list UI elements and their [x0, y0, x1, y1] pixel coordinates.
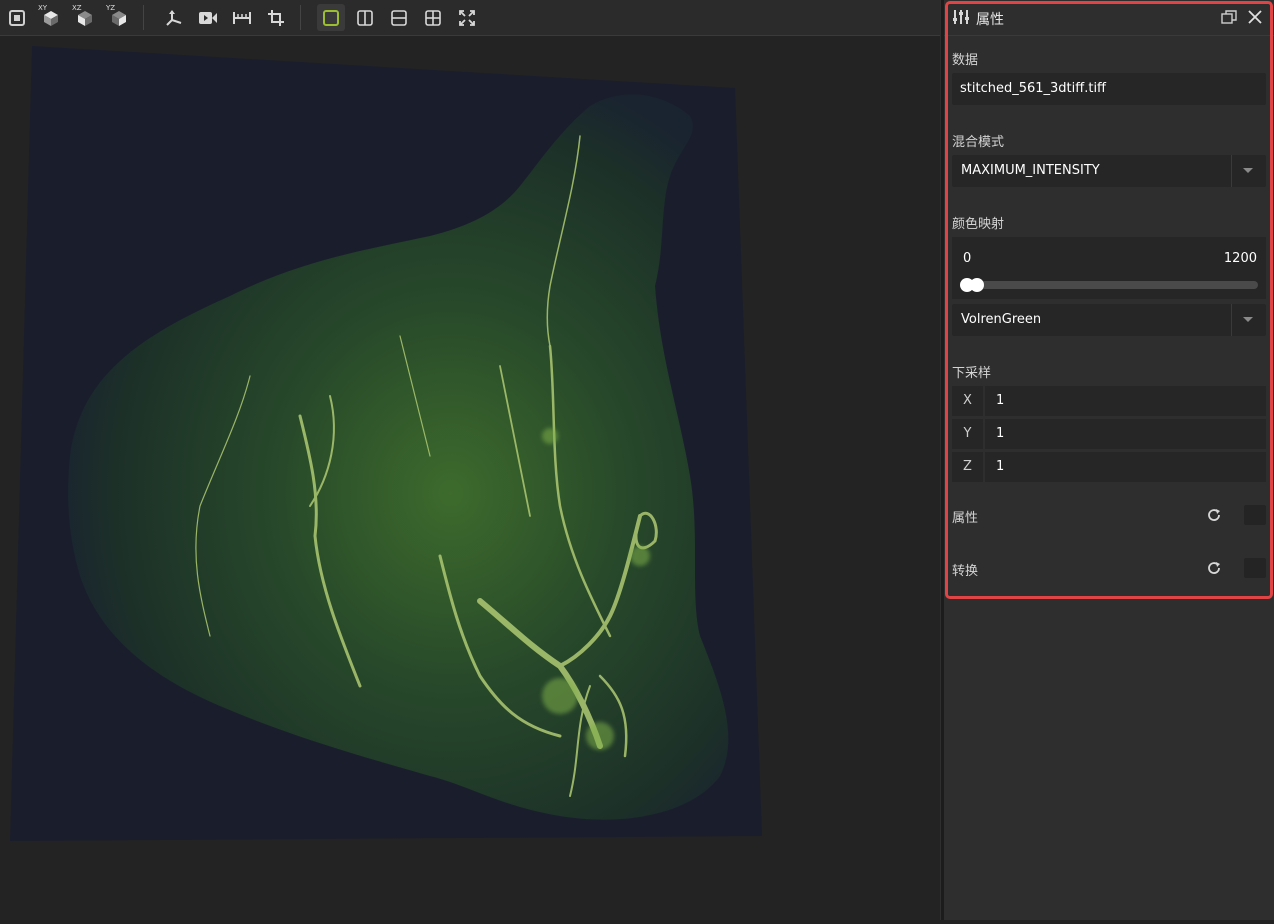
reset-transform-icon[interactable] [1206, 560, 1222, 576]
volume-render-image [10, 46, 762, 841]
header-divider [944, 35, 1274, 36]
viewport-toggle-icon [9, 9, 25, 26]
colormap-label: 颜色映射 [952, 217, 1005, 232]
transform-row-label: 转换 [952, 564, 979, 579]
layout-two-vertical-button[interactable] [351, 4, 379, 31]
blend-mode-value: MAXIMUM_INTENSITY [961, 163, 1100, 178]
toolbar: XY XZ YZ [0, 0, 940, 36]
sliders-icon [953, 10, 969, 24]
colormap-dropdown-button[interactable] [1231, 304, 1266, 336]
colormap-max-value: 1200 [1223, 251, 1257, 266]
layout-single-icon [323, 9, 339, 26]
video-icon [199, 11, 217, 24]
downsample-z-label: Z [952, 452, 983, 482]
transform-toggle-checkbox[interactable] [1244, 558, 1266, 578]
data-source-value: stitched_561_3dtiff.tiff [960, 81, 1107, 96]
downsample-y-input[interactable]: 1 [985, 419, 1266, 449]
view-xy-button[interactable]: XY [37, 4, 65, 31]
colormap-value: VolrenGreen [961, 312, 1042, 327]
blend-mode-select[interactable]: MAXIMUM_INTENSITY [952, 155, 1266, 187]
downsample-x-label: X [952, 386, 983, 416]
ruler-icon [233, 11, 251, 24]
viewport-toggle-button[interactable] [3, 4, 31, 31]
panel-header: 属性 [944, 0, 1274, 35]
layout-two-horizontal-button[interactable] [385, 4, 413, 31]
colormap-range-control: 0 1200 [952, 237, 1266, 299]
layout-single-button[interactable] [317, 4, 345, 31]
properties-row-label: 属性 [952, 511, 979, 526]
properties-toggle-checkbox[interactable] [1244, 505, 1266, 525]
layout-two-horizontal-icon [391, 9, 407, 26]
properties-panel: 属性 数据 stitched_561_3dtiff.tiff 混合模式 MAXI… [944, 0, 1274, 920]
toolbar-separator [300, 5, 301, 30]
close-icon[interactable] [1248, 10, 1262, 24]
data-section-label: 数据 [952, 53, 979, 68]
axes-icon [166, 9, 182, 26]
ruler-button[interactable] [228, 4, 256, 31]
blend-mode-dropdown-button[interactable] [1231, 155, 1266, 187]
fit-screen-button[interactable] [453, 4, 481, 31]
view-xy-label: XY [38, 4, 48, 12]
crop-icon [268, 9, 284, 26]
downsample-y-label: Y [952, 419, 983, 449]
data-source-field[interactable]: stitched_561_3dtiff.tiff [952, 73, 1266, 105]
toolbar-separator [143, 5, 144, 30]
view-xz-button[interactable]: XZ [71, 4, 99, 31]
downsample-z-input[interactable]: 1 [985, 452, 1266, 482]
chevron-down-icon [1243, 168, 1253, 173]
view-yz-label: YZ [106, 4, 116, 12]
axes-button[interactable] [160, 4, 188, 31]
fit-screen-icon [459, 9, 475, 26]
render-viewport[interactable] [0, 36, 940, 920]
layout-two-vertical-icon [357, 9, 373, 26]
colormap-min-value: 0 [963, 251, 972, 266]
layout-quad-button[interactable] [419, 4, 447, 31]
layout-quad-icon [425, 9, 441, 26]
view-yz-button[interactable]: YZ [105, 4, 133, 31]
downsample-label: 下采样 [952, 366, 992, 381]
colormap-range-slider[interactable] [960, 278, 1258, 292]
video-button[interactable] [194, 4, 222, 31]
crop-button[interactable] [262, 4, 290, 31]
undock-icon[interactable] [1221, 10, 1237, 24]
panel-title: 属性 [976, 12, 1004, 28]
downsample-x-input[interactable]: 1 [985, 386, 1266, 416]
colormap-select[interactable]: VolrenGreen [952, 304, 1266, 336]
chevron-down-icon [1243, 317, 1253, 322]
view-xz-label: XZ [72, 4, 82, 12]
slider-max-handle[interactable] [969, 278, 984, 292]
blend-mode-label: 混合模式 [952, 135, 1005, 150]
reset-properties-icon[interactable] [1206, 507, 1222, 523]
